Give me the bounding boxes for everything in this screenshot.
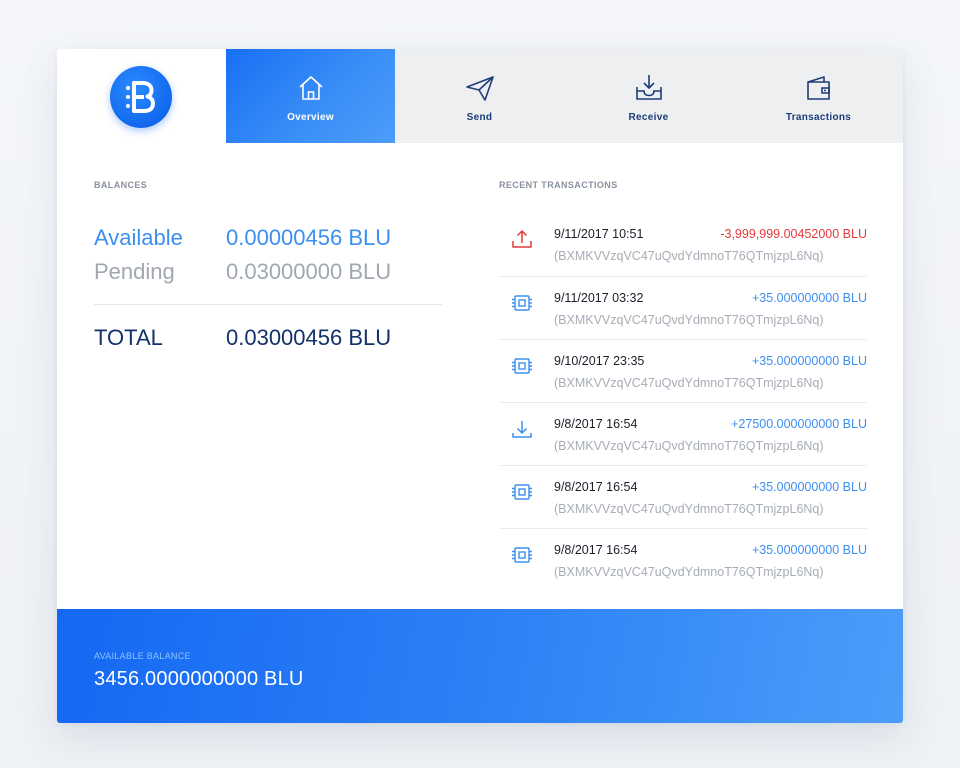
transaction-address: (BXMKVVzqVC47uQvdYdmnoT76QTmjzpL6Nq) <box>554 439 824 453</box>
transaction-address: (BXMKVVzqVC47uQvdYdmnoT76QTmjzpL6Nq) <box>554 502 824 516</box>
total-label: TOTAL <box>94 325 163 350</box>
pending-value: 0.03000000 BLU <box>226 259 392 284</box>
tab-overview-label: Overview <box>287 112 334 123</box>
recent-transactions-heading: RECENT TRANSACTIONS <box>499 180 618 190</box>
chip-icon <box>512 547 532 563</box>
wallet-icon <box>806 76 830 100</box>
tab-transactions-label: Transactions <box>785 112 852 123</box>
download-icon <box>512 421 532 438</box>
transaction-date: 9/11/2017 03:32 <box>554 291 644 305</box>
tab-send[interactable]: Send <box>395 49 564 143</box>
transaction-amount: +35.000000000 BLU <box>751 543 867 557</box>
transaction-date: 9/8/2017 16:54 <box>554 543 638 557</box>
logo-area <box>57 49 226 143</box>
pending-balance-row: Pending 0.03000000 BLU <box>94 259 444 289</box>
transaction-address: (BXMKVVzqVC47uQvdYdmnoT76QTmjzpL6Nq) <box>554 565 824 579</box>
transaction-row[interactable]: 9/8/2017 16:54 +27500.000000000 BLU (BXM… <box>499 403 867 466</box>
total-balance-row: TOTAL 0.03000456 BLU <box>94 325 444 355</box>
transaction-address: (BXMKVVzqVC47uQvdYdmnoT76QTmjzpL6Nq) <box>554 376 824 390</box>
tab-overview[interactable]: Overview <box>226 49 395 143</box>
wallet-window: Overview Send Receive Transactions BALAN… <box>57 49 903 723</box>
balances-heading: BALANCES <box>94 180 148 190</box>
transaction-amount: +35.000000000 BLU <box>751 354 867 368</box>
transaction-row[interactable]: 9/11/2017 03:32 +35.000000000 BLU (BXMKV… <box>499 277 867 340</box>
transaction-date: 9/8/2017 16:54 <box>554 480 638 494</box>
transaction-date: 9/8/2017 16:54 <box>554 417 638 431</box>
available-value: 0.00000456 BLU <box>226 225 392 250</box>
tab-receive-label: Receive <box>628 112 669 123</box>
total-value: 0.03000456 BLU <box>226 325 392 350</box>
transaction-row[interactable]: 9/11/2017 10:51 -3,999,999.00452000 BLU … <box>499 213 867 277</box>
bitblu-logo-icon <box>126 81 155 113</box>
transaction-amount: +35.000000000 BLU <box>751 480 867 494</box>
tab-transactions[interactable]: Transactions <box>734 49 903 143</box>
transaction-row[interactable]: 9/8/2017 16:54 +35.000000000 BLU (BXMKVV… <box>499 466 867 529</box>
available-label: Available <box>94 225 183 250</box>
transaction-amount: -3,999,999.00452000 BLU <box>720 227 867 241</box>
top-nav: Overview Send Receive Transactions <box>57 49 903 143</box>
footer-balance-label: AVAILABLE BALANCE <box>94 651 191 661</box>
inbox-download-icon <box>635 75 662 100</box>
transaction-row[interactable]: 9/10/2017 23:35 +35.000000000 BLU (BXMKV… <box>499 340 867 403</box>
transaction-address: (BXMKVVzqVC47uQvdYdmnoT76QTmjzpL6Nq) <box>554 249 824 263</box>
app-logo <box>110 66 172 128</box>
footer-balance-value: 3456.0000000000 BLU <box>94 668 304 690</box>
transaction-amount: +35.000000000 BLU <box>751 291 867 305</box>
transaction-address: (BXMKVVzqVC47uQvdYdmnoT76QTmjzpL6Nq) <box>554 313 824 327</box>
chip-icon <box>512 295 532 311</box>
upload-icon <box>512 230 532 248</box>
tab-send-label: Send <box>466 112 493 123</box>
home-icon <box>298 76 323 100</box>
pending-label: Pending <box>94 259 175 284</box>
chip-icon <box>512 484 532 500</box>
available-balance-footer: AVAILABLE BALANCE 3456.0000000000 BLU <box>57 609 903 723</box>
transaction-row[interactable]: 9/8/2017 16:54 +35.000000000 BLU (BXMKVV… <box>499 529 867 591</box>
paper-plane-icon <box>465 76 494 101</box>
available-balance-row: Available 0.00000456 BLU <box>94 225 444 255</box>
transaction-date: 9/11/2017 10:51 <box>554 227 644 241</box>
transaction-amount: +27500.000000000 BLU <box>731 417 867 431</box>
transaction-date: 9/10/2017 23:35 <box>554 354 645 368</box>
chip-icon <box>512 358 532 374</box>
tab-receive[interactable]: Receive <box>564 49 733 143</box>
balances-divider <box>94 304 442 305</box>
transaction-list: 9/11/2017 10:51 -3,999,999.00452000 BLU … <box>499 213 867 591</box>
